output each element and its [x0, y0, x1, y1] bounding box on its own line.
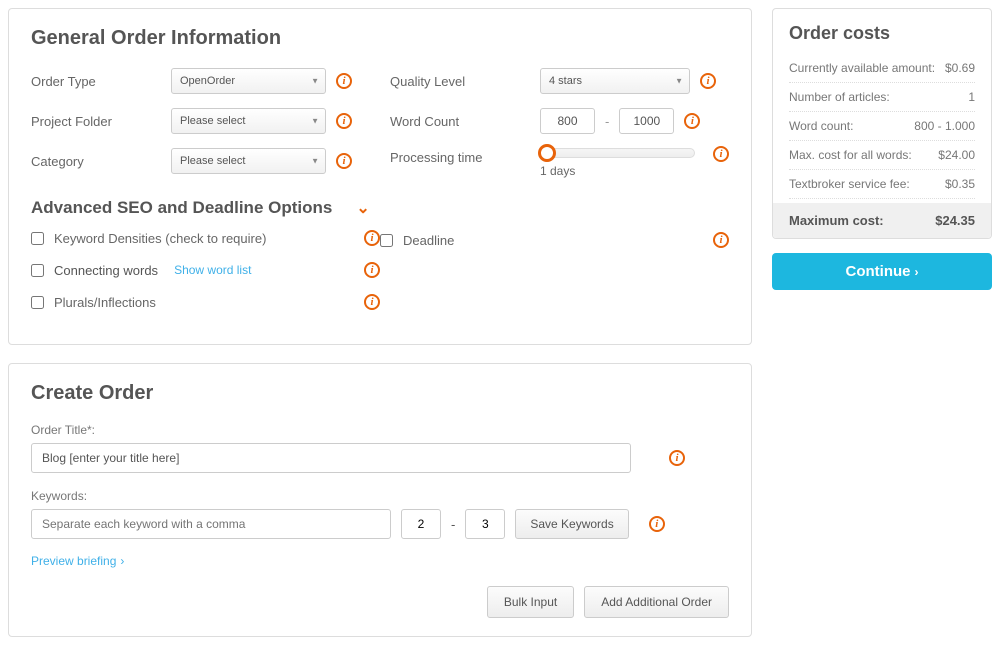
info-icon[interactable] — [336, 153, 352, 169]
keywords-label: Keywords: — [31, 489, 729, 503]
processing-label: Processing time — [390, 148, 540, 165]
info-icon[interactable] — [713, 232, 729, 248]
word-min-input[interactable] — [540, 108, 595, 134]
cost-row: Max. cost for all words: $24.00 — [789, 141, 975, 170]
quality-select[interactable]: 4 stars ▼ — [540, 68, 690, 94]
quality-label: Quality Level — [390, 74, 540, 89]
connecting-words-checkbox[interactable] — [31, 264, 44, 277]
keyword-densities-label: Keyword Densities (check to require) — [54, 231, 354, 246]
kw-sep: - — [451, 517, 455, 532]
save-keywords-button[interactable]: Save Keywords — [515, 509, 628, 539]
cost-value: $24.00 — [938, 148, 975, 162]
processing-value: 1 days — [540, 164, 703, 178]
info-icon[interactable] — [336, 113, 352, 129]
chevron-down-icon: ▼ — [311, 117, 319, 126]
cost-max-label: Maximum cost: — [789, 213, 884, 228]
cost-row: Word count: 800 - 1.000 — [789, 112, 975, 141]
create-order-panel: Create Order Order Title*: Keywords: - S… — [8, 363, 752, 637]
order-costs-panel: Order costs Currently available amount: … — [772, 8, 992, 239]
category-select[interactable]: Please select ▼ — [171, 148, 326, 174]
order-title-label: Order Title*: — [31, 423, 729, 437]
continue-button[interactable]: Continue › — [772, 253, 992, 290]
kw-max-input[interactable] — [465, 509, 505, 539]
info-icon[interactable] — [649, 516, 665, 532]
kw-min-input[interactable] — [401, 509, 441, 539]
info-icon[interactable] — [700, 73, 716, 89]
bulk-input-button[interactable]: Bulk Input — [487, 586, 574, 618]
chevron-down-icon: ▼ — [311, 157, 319, 166]
advanced-seo-heading[interactable]: Advanced SEO and Deadline Options ⌄ — [31, 198, 729, 218]
order-costs-title: Order costs — [789, 23, 975, 44]
cost-label: Textbroker service fee: — [789, 177, 910, 191]
cost-label: Currently available amount: — [789, 61, 935, 75]
chevron-down-icon: ▼ — [311, 77, 319, 86]
deadline-label: Deadline — [403, 233, 703, 248]
plurals-checkbox[interactable] — [31, 296, 44, 309]
cost-max-value: $24.35 — [935, 213, 975, 228]
plurals-label: Plurals/Inflections — [54, 295, 354, 310]
cost-row: Currently available amount: $0.69 — [789, 54, 975, 83]
cost-value: $0.35 — [945, 177, 975, 191]
cost-value: 1 — [968, 90, 975, 104]
cost-max-row: Maximum cost: $24.35 — [773, 203, 991, 238]
show-word-list-link[interactable]: Show word list — [174, 263, 251, 277]
cost-value: $0.69 — [945, 61, 975, 75]
chevron-right-icon: › — [120, 554, 124, 568]
cost-row: Textbroker service fee: $0.35 — [789, 170, 975, 199]
keywords-input[interactable] — [31, 509, 391, 539]
info-icon[interactable] — [336, 73, 352, 89]
category-label: Category — [31, 154, 171, 169]
project-folder-select[interactable]: Please select ▼ — [171, 108, 326, 134]
preview-briefing-link[interactable]: Preview briefing › — [31, 554, 124, 568]
quality-value: 4 stars — [549, 75, 582, 87]
project-folder-label: Project Folder — [31, 114, 171, 129]
keyword-densities-checkbox[interactable] — [31, 232, 44, 245]
info-icon[interactable] — [364, 262, 380, 278]
word-sep: - — [605, 114, 609, 129]
info-icon[interactable] — [684, 113, 700, 129]
create-order-title: Create Order — [31, 382, 729, 405]
cost-row: Number of articles: 1 — [789, 83, 975, 112]
deadline-checkbox[interactable] — [380, 234, 393, 247]
project-folder-value: Please select — [180, 115, 245, 127]
order-type-select[interactable]: OpenOrder ▼ — [171, 68, 326, 94]
chevron-right-icon: › — [915, 265, 919, 279]
word-max-input[interactable] — [619, 108, 674, 134]
cost-value: 800 - 1.000 — [914, 119, 975, 133]
order-title-input[interactable] — [31, 443, 631, 473]
info-icon[interactable] — [364, 230, 380, 246]
order-type-value: OpenOrder — [180, 75, 235, 87]
info-icon[interactable] — [713, 146, 729, 162]
cost-label: Word count: — [789, 119, 853, 133]
cost-label: Max. cost for all words: — [789, 148, 912, 162]
category-value: Please select — [180, 155, 245, 167]
chevron-down-icon: ▼ — [675, 77, 683, 86]
cost-label: Number of articles: — [789, 90, 890, 104]
word-count-label: Word Count — [390, 114, 540, 129]
slider-handle[interactable] — [538, 144, 556, 162]
general-order-panel: General Order Information Order Type Ope… — [8, 8, 752, 345]
processing-slider[interactable] — [540, 148, 695, 158]
connecting-words-label: Connecting words — [54, 263, 158, 278]
add-additional-order-button[interactable]: Add Additional Order — [584, 586, 729, 618]
chevron-down-icon: ⌄ — [356, 198, 369, 218]
general-order-title: General Order Information — [31, 27, 729, 50]
info-icon[interactable] — [364, 294, 380, 310]
info-icon[interactable] — [669, 450, 685, 466]
order-type-label: Order Type — [31, 74, 171, 89]
